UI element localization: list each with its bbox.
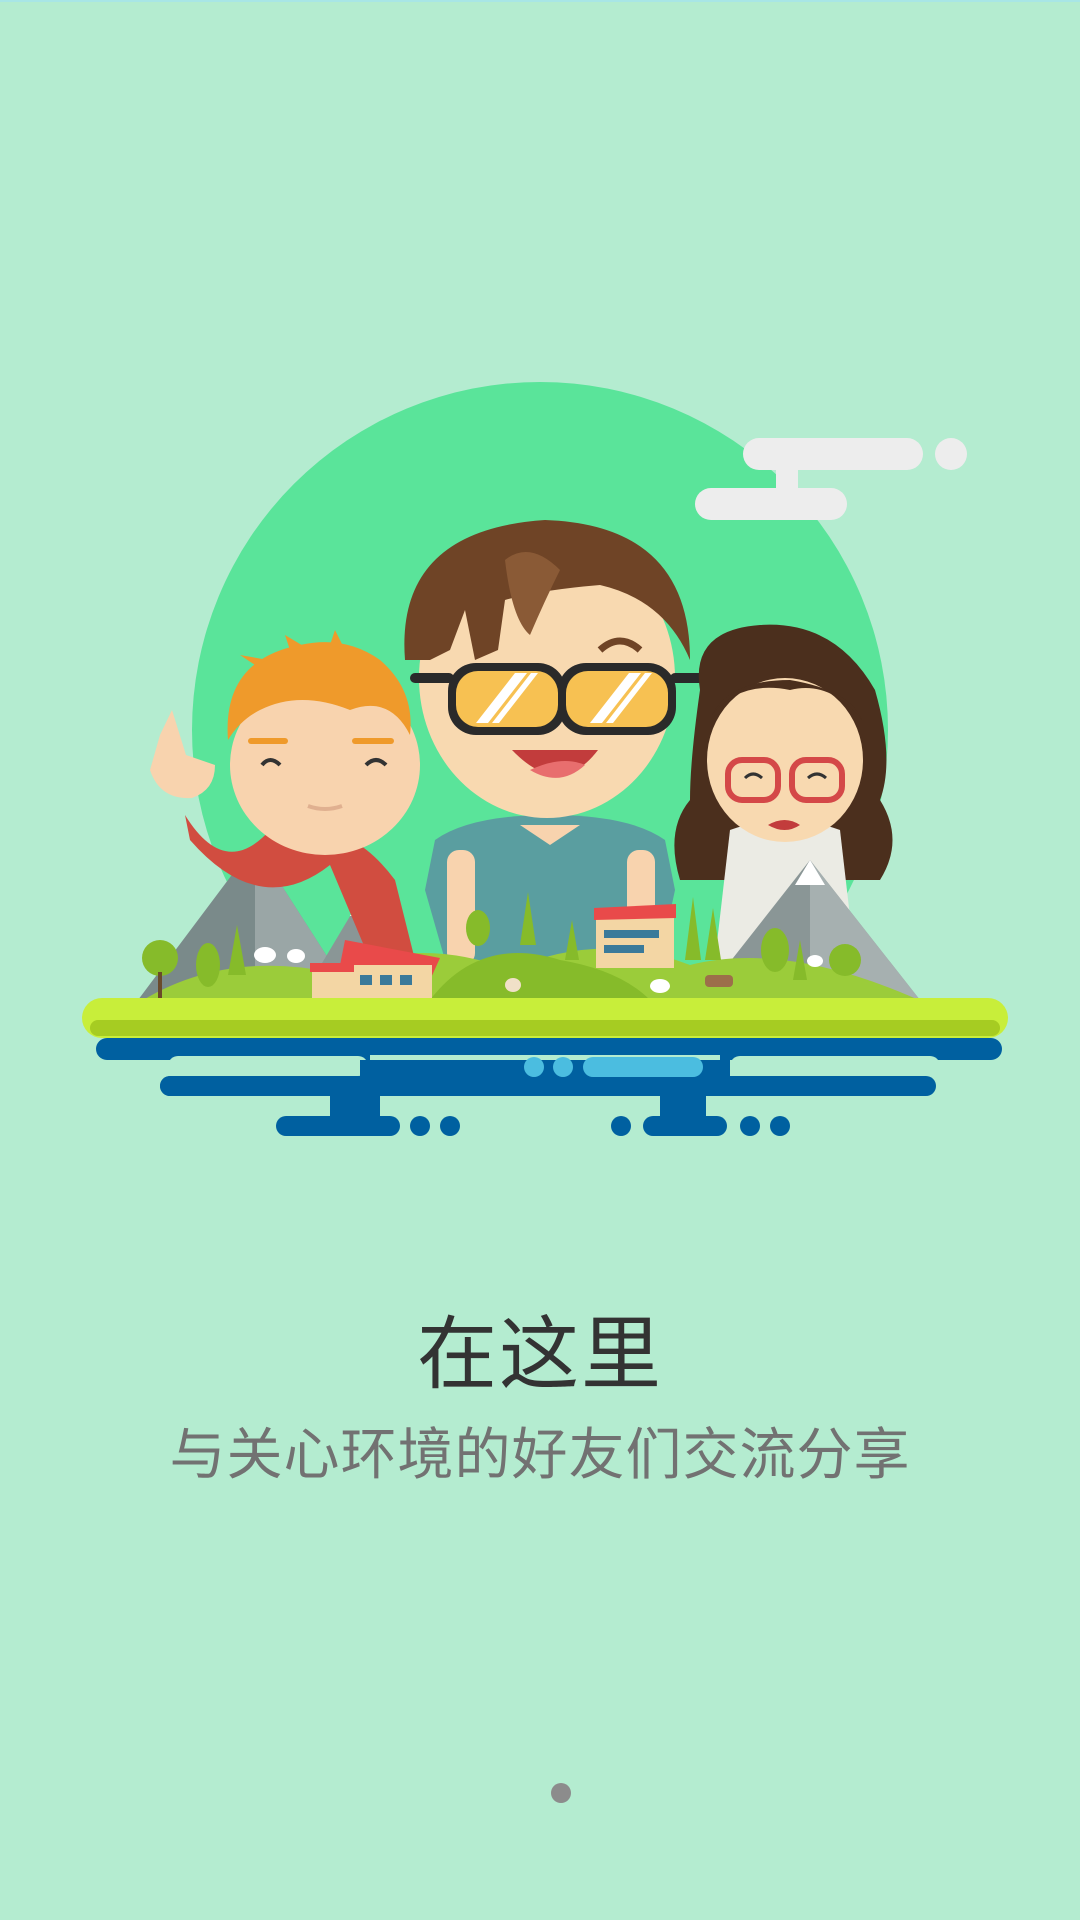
status-edge xyxy=(0,0,1080,2)
house-right xyxy=(594,904,676,968)
onboarding-headline: 在这里 xyxy=(417,1308,663,1401)
onboarding-subline: 与关心环境的好友们交流分享 xyxy=(169,1423,911,1488)
page-indicator-dot[interactable] xyxy=(551,1783,571,1803)
onboarding-screen: 在这里 与关心环境的好友们交流分享 xyxy=(0,0,1080,1920)
page-indicator xyxy=(0,1783,1080,1805)
friends-island-illustration xyxy=(82,382,1008,1136)
water xyxy=(96,1038,1002,1136)
